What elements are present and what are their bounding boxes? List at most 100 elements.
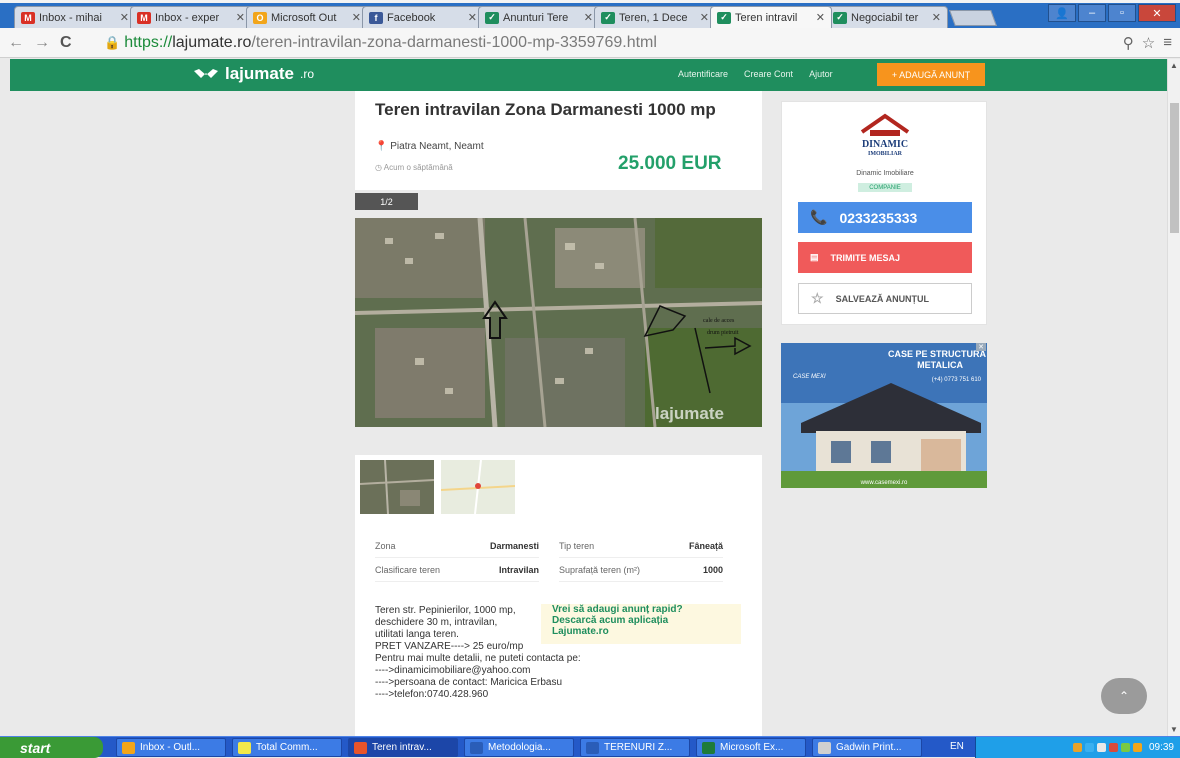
browser-tab[interactable]: M Inbox - exper ✕: [130, 6, 252, 28]
listing-card: Teren intravilan Zona Darmanesti 1000 mp…: [355, 91, 762, 736]
reload-button[interactable]: C: [60, 34, 72, 52]
tab-close-icon[interactable]: ✕: [120, 11, 129, 24]
star-icon: ☆: [811, 290, 824, 306]
spec-area: Suprafață teren (m²) 1000: [559, 558, 723, 582]
minimize-button[interactable]: –: [1078, 4, 1106, 22]
tab-title: Negociabil ter: [851, 11, 919, 24]
vertical-scrollbar[interactable]: ▲ ▼: [1167, 59, 1180, 736]
tab-title: Teren, 1 Dece: [619, 11, 688, 24]
taskbar-task[interactable]: Metodologia...: [464, 738, 574, 757]
browser-tab[interactable]: f Facebook ✕: [362, 6, 484, 28]
tab-close-icon[interactable]: ✕: [468, 11, 477, 24]
send-message-button[interactable]: ▤ TRIMITE MESAJ: [798, 242, 972, 273]
window-controls: 👤 – ▫ ✕: [1048, 4, 1176, 22]
seller-name[interactable]: Dinamic Imobiliare: [782, 170, 988, 177]
thumbnail-map[interactable]: [441, 460, 515, 514]
ad-headline-2: METALICA: [917, 360, 963, 370]
spec-row: Clasificare teren Intravilan Suprafață te…: [375, 558, 743, 582]
zoom-icon[interactable]: ⚲: [1123, 34, 1134, 52]
gmail-icon: M: [137, 11, 151, 24]
address-bar[interactable]: 🔒 https:// lajumate.ro /teren-intravilan…: [104, 32, 1124, 54]
lajumate-icon: ✓: [601, 11, 615, 24]
taskbar-task[interactable]: Total Comm...: [232, 738, 342, 757]
browser-tab[interactable]: O Microsoft Out ✕: [246, 6, 368, 28]
spec-value: 1000: [702, 564, 723, 575]
spec-value: Intravilan: [498, 564, 539, 575]
task-label: Metodologia...: [488, 742, 551, 753]
back-button[interactable]: ←: [8, 34, 24, 52]
url-scheme: https://: [124, 34, 173, 51]
menu-icon[interactable]: ≡: [1163, 34, 1172, 52]
scroll-down-arrow-icon[interactable]: ▼: [1170, 725, 1178, 734]
taskbar-task[interactable]: Teren intrav...: [348, 738, 458, 757]
tab-close-icon[interactable]: ✕: [236, 11, 245, 24]
listing-posted: ◷ Acum o săptămână: [375, 163, 453, 172]
tray-icon[interactable]: [1084, 743, 1094, 752]
spec-value: Darmanesti: [489, 540, 539, 551]
taskbar-task[interactable]: Gadwin Print...: [812, 738, 922, 757]
seller-box: DINAMIC IMOBILIAR Dinamic Imobiliare COM…: [781, 101, 987, 325]
advertisement[interactable]: CASE PE STRUCTURĂ METALICA (+4) 0773 751…: [781, 343, 987, 488]
maximize-button[interactable]: ▫: [1108, 4, 1136, 22]
browser-tab[interactable]: ✓ Negociabil ter ✕: [826, 6, 948, 28]
nav-help[interactable]: Ajutor: [809, 69, 833, 79]
site-header: lajumate .ro Autentificare Creare Cont Aj…: [10, 59, 1167, 91]
bookmark-star-icon[interactable]: ☆: [1142, 34, 1155, 52]
tab-title: Facebook: [387, 11, 436, 24]
taskbar-task[interactable]: TERENURI Z...: [580, 738, 690, 757]
add-listing-button[interactable]: + ADAUGĂ ANUNȚ: [877, 63, 985, 86]
task-label: Microsoft Ex...: [720, 742, 784, 753]
photo-thumbnails: [360, 460, 515, 514]
lajumate-icon: ✓: [485, 11, 499, 24]
company-badge: COMPANIE: [858, 183, 912, 192]
nav-login[interactable]: Autentificare: [678, 69, 728, 79]
tray-icon[interactable]: [1072, 743, 1082, 752]
taskbar: start Inbox - Outl... Total Comm... Teren …: [0, 736, 1180, 758]
spec-zone: Zona Darmanesti: [375, 534, 539, 558]
tab-close-icon[interactable]: ✕: [352, 11, 361, 24]
location-pin-icon: 📍: [375, 141, 388, 152]
nav-register[interactable]: Creare Cont: [744, 69, 793, 79]
app-promo[interactable]: Vrei să adaugi anunț rapid? Descarcă acu…: [541, 604, 741, 644]
site-logo[interactable]: lajumate .ro: [193, 64, 314, 84]
thumbnail-aerial[interactable]: [360, 460, 434, 514]
tab-close-icon[interactable]: ✕: [700, 11, 709, 24]
start-button[interactable]: start: [0, 737, 103, 758]
task-label: Total Comm...: [256, 742, 318, 753]
url-host: lajumate.ro: [172, 34, 252, 51]
taskbar-task[interactable]: Inbox - Outl...: [116, 738, 226, 757]
browser-tab[interactable]: ✓ Teren intravil ✕: [710, 6, 832, 28]
tab-title: Anunturi Tere: [503, 11, 569, 24]
close-window-button[interactable]: ✕: [1138, 4, 1176, 22]
tray-icon[interactable]: [1132, 743, 1142, 752]
scroll-top-button[interactable]: ⌃: [1101, 678, 1147, 714]
seller-logo[interactable]: DINAMIC IMOBILIAR: [782, 102, 988, 170]
tab-close-icon[interactable]: ✕: [816, 11, 825, 24]
tab-close-icon[interactable]: ✕: [932, 11, 941, 24]
phone-button[interactable]: 📞 0233235333: [798, 202, 972, 233]
tray-icon[interactable]: [1096, 743, 1106, 752]
promo-line: Vrei să adaugi anunț rapid?: [552, 604, 683, 615]
language-indicator[interactable]: EN: [950, 741, 964, 752]
user-icon[interactable]: 👤: [1048, 4, 1076, 22]
scrollbar-thumb[interactable]: [1170, 103, 1179, 233]
tab-close-icon[interactable]: ✕: [584, 11, 593, 24]
scroll-up-arrow-icon[interactable]: ▲: [1170, 61, 1178, 70]
clock-icon: ◷: [375, 163, 382, 172]
ad-close-icon[interactable]: ✕: [976, 343, 986, 351]
main-photo[interactable]: cale de acces drum pietruit lajumate: [355, 218, 762, 427]
browser-tab[interactable]: M Inbox - mihai ✕: [14, 6, 136, 28]
ad-image: CASE PE STRUCTURĂ METALICA (+4) 0773 751…: [781, 343, 987, 488]
taskbar-task[interactable]: Microsoft Ex...: [696, 738, 806, 757]
browser-tab[interactable]: ✓ Anunturi Tere ✕: [478, 6, 600, 28]
new-tab-button[interactable]: [949, 10, 997, 26]
app-icon: [122, 741, 135, 754]
description-line: ---->telefon:0740.428.960: [375, 689, 489, 700]
message-label: TRIMITE MESAJ: [830, 252, 901, 263]
tray-icon[interactable]: [1120, 743, 1130, 752]
tray-icon[interactable]: [1108, 743, 1118, 752]
forward-button[interactable]: →: [34, 34, 50, 52]
browser-tab[interactable]: ✓ Teren, 1 Dece ✕: [594, 6, 716, 28]
save-listing-button[interactable]: ☆ SALVEAZĂ ANUNȚUL: [798, 283, 972, 314]
lock-icon: 🔒: [104, 35, 121, 50]
